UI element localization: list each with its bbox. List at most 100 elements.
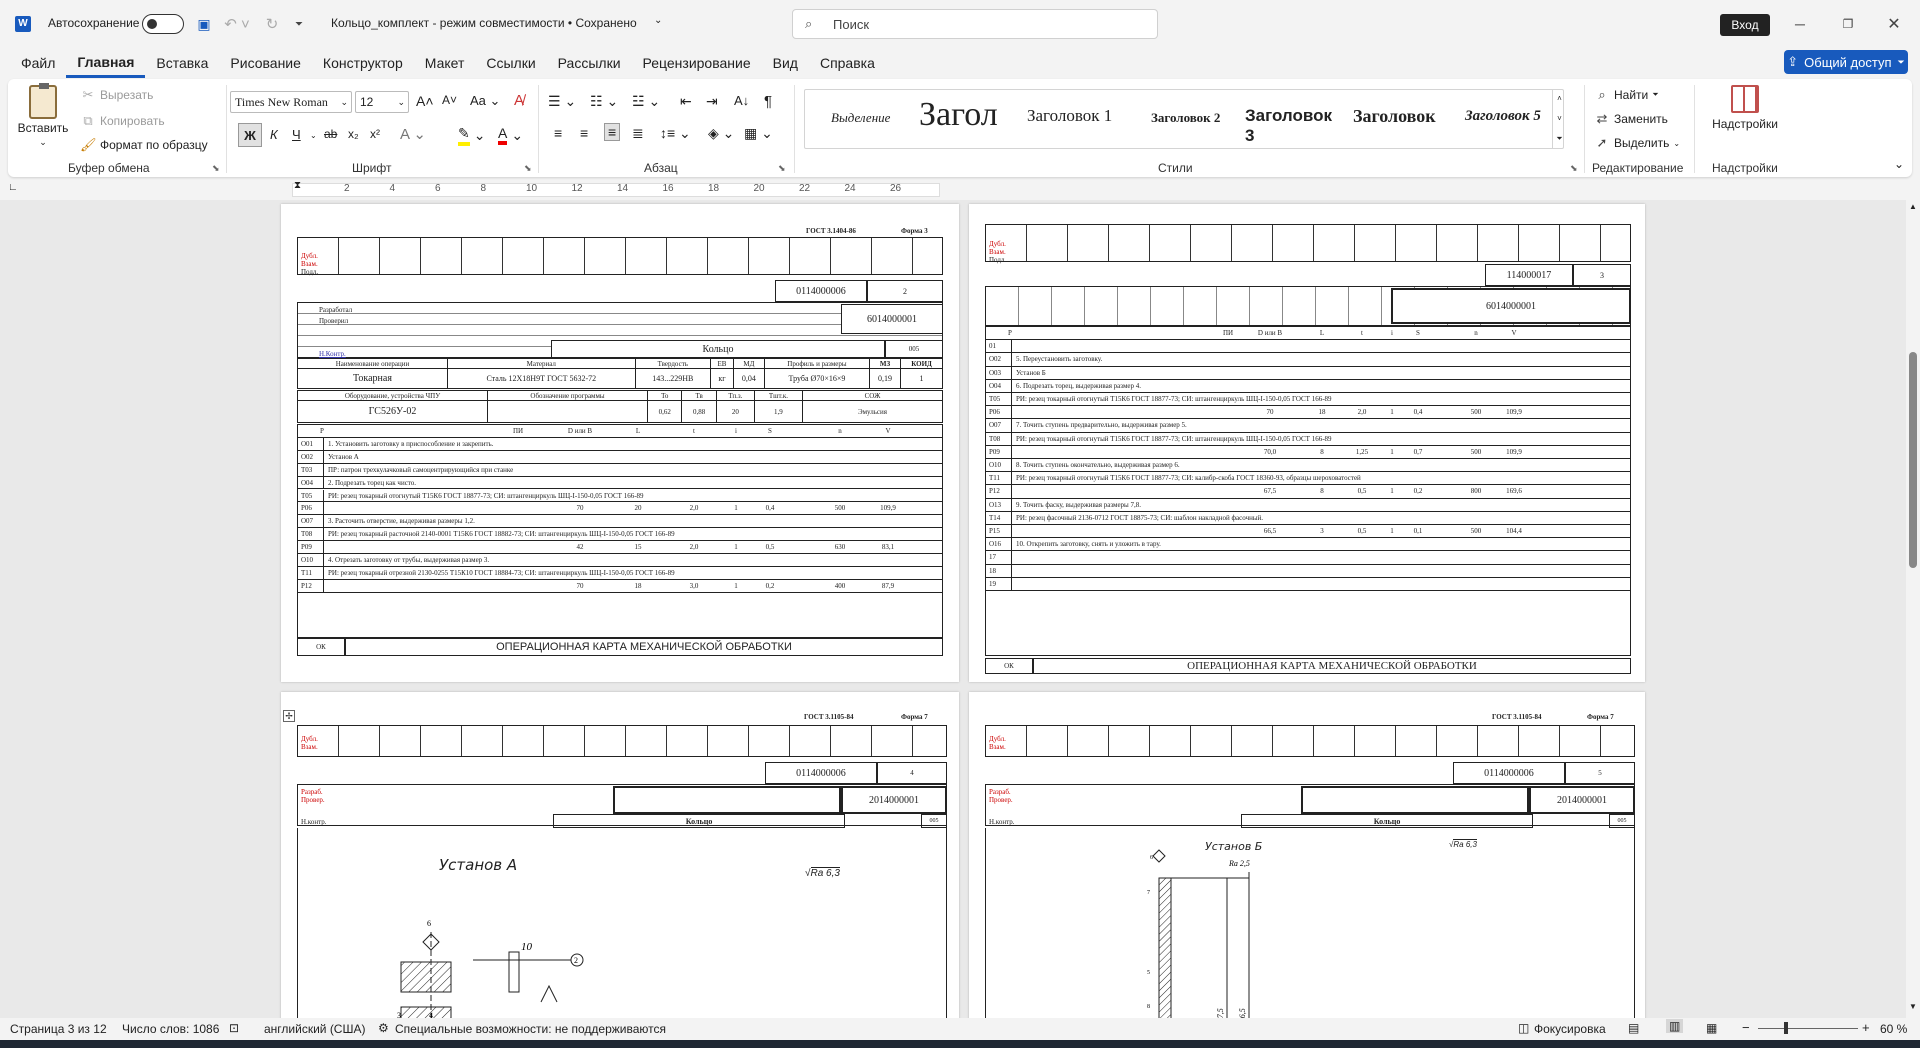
operation-row[interactable]: О07 3. Расточить отверстие, выдерживая ра… <box>298 515 942 529</box>
style-heading-2[interactable]: Заголовок 2 <box>1151 110 1220 126</box>
align-right-icon[interactable]: ≡ <box>604 123 621 141</box>
operation-row[interactable]: Т05 РИ: резец токарный отогнутый Т15К6 ГО… <box>298 489 942 503</box>
operation-row[interactable]: 19 <box>986 577 1630 591</box>
styles-scroll[interactable]: ˄ ˅ ⏷ <box>1552 89 1566 149</box>
operation-row[interactable]: Р09 42 15 2,0 1 0,5 630 83,1 <box>298 541 942 554</box>
signin-button[interactable]: Вход <box>1720 14 1770 36</box>
decrease-indent-icon[interactable]: ⇤ <box>680 93 692 110</box>
superscript-button[interactable]: x² <box>370 127 380 141</box>
style-heading[interactable]: Заголовок <box>1353 106 1436 127</box>
operation-row[interactable]: О01 1. Установить заготовку в приспособле… <box>298 437 942 451</box>
zoom-in-icon[interactable]: + <box>1862 1020 1870 1035</box>
pilcrow-icon[interactable]: ¶ <box>764 93 772 110</box>
focus-mode[interactable]: Фокусировка <box>1534 1022 1606 1036</box>
web-layout-icon[interactable]: ▦ <box>1706 1021 1717 1035</box>
tab-selector-icon[interactable]: ∟ <box>8 182 18 193</box>
tab-references[interactable]: Ссылки <box>475 48 546 78</box>
format-painter-button[interactable]: 🖌 Формат по образцу <box>80 137 208 153</box>
styles-launcher-icon[interactable]: ⬊ <box>1570 163 1578 174</box>
operation-row[interactable]: Р06 70 20 2,0 1 0,4 500 109,9 <box>298 502 942 516</box>
minimize-icon[interactable]: ─ <box>1786 12 1814 36</box>
tab-layout[interactable]: Макет <box>414 48 476 78</box>
operation-row[interactable]: О04 6. Подрезать торец, выдерживая размер… <box>986 379 1630 393</box>
vertical-scrollbar[interactable]: ▲ ▼ <box>1906 200 1920 1018</box>
underline-button[interactable]: Ч <box>292 127 301 142</box>
language[interactable]: английский (США) <box>264 1022 365 1036</box>
sort-icon[interactable]: A↓ <box>734 93 749 108</box>
operation-row[interactable]: Т08 РИ: резец токарный отогнутый Т15К6 ГО… <box>986 432 1630 446</box>
operation-row[interactable]: О02 5. Переустановить заготовку. <box>986 353 1630 367</box>
align-center-icon[interactable]: ≡ <box>580 125 588 141</box>
title-chevron-icon[interactable]: ⌄ <box>654 15 662 26</box>
redo-icon[interactable]: ↻ <box>262 14 282 34</box>
shading-icon[interactable]: ◈ ⌄ <box>708 125 734 142</box>
replace-button[interactable]: ⇄ Заменить <box>1594 111 1668 127</box>
italic-button[interactable]: К <box>270 127 278 142</box>
maximize-icon[interactable]: ❐ <box>1834 12 1862 36</box>
clipboard-launcher-icon[interactable]: ⬊ <box>212 163 220 174</box>
copy-button[interactable]: ⧉ Копировать <box>80 113 164 129</box>
tab-file[interactable]: Файл <box>10 48 66 78</box>
bullets-icon[interactable]: ☰ ⌄ <box>548 93 576 110</box>
read-mode-icon[interactable]: ▤ <box>1628 1021 1639 1035</box>
operation-row[interactable]: Р15 66,5 3 0,5 1 0,1 500 104,4 <box>986 525 1630 539</box>
paste-button[interactable]: Вставить ⌄ <box>18 83 68 155</box>
operation-row[interactable]: О16 10. Открепить заготовку, снять и улож… <box>986 538 1630 552</box>
borders-icon[interactable]: ▦ ⌄ <box>744 125 773 142</box>
strikethrough-button[interactable]: ab <box>324 127 337 141</box>
operation-row[interactable]: Т14 РИ: резец фасочный 2136-0712 ГОСТ 188… <box>986 511 1630 525</box>
search-box[interactable]: ⌕ Поиск <box>792 9 1158 39</box>
print-layout-icon[interactable]: ▥ <box>1666 1019 1684 1033</box>
line-spacing-icon[interactable]: ↕≡ ⌄ <box>660 125 691 142</box>
tab-draw[interactable]: Рисование <box>219 48 312 78</box>
grow-font-icon[interactable]: A˄ <box>416 93 434 109</box>
word-count[interactable]: Число слов: 1086 <box>122 1022 219 1036</box>
tab-mailings[interactable]: Рассылки <box>547 48 632 78</box>
indent-marker-icon[interactable]: ⧗ <box>294 180 301 191</box>
increase-indent-icon[interactable]: ⇥ <box>706 93 718 110</box>
paragraph-launcher-icon[interactable]: ⬊ <box>778 163 786 174</box>
autosave-toggle[interactable] <box>142 14 184 34</box>
operation-row[interactable]: Р12 70 18 3,0 1 0,2 400 87,9 <box>298 579 942 593</box>
style-emphasis[interactable]: Выделение <box>831 110 890 126</box>
operation-row[interactable]: О10 8. Точить ступень окончательно, выдер… <box>986 459 1630 473</box>
justify-icon[interactable]: ≣ <box>632 125 644 142</box>
undo-icon[interactable]: ↶ ˅ <box>222 14 252 34</box>
numbering-icon[interactable]: ☷ ⌄ <box>590 93 618 110</box>
scroll-thumb[interactable] <box>1909 352 1917 568</box>
operation-row[interactable]: Т11 РИ: резец токарный отогнутый Т15К6 ГО… <box>986 472 1630 486</box>
tab-help[interactable]: Справка <box>809 48 886 78</box>
customize-qat-icon[interactable]: ⏷ <box>292 14 306 34</box>
table-move-handle-icon[interactable]: ✢ <box>283 710 295 722</box>
font-color-icon[interactable]: A ⌄ <box>498 125 523 145</box>
document-area[interactable]: ГОСТ 3.1404-86 Форма 3 Дубл. Взам. Подл.… <box>0 200 1906 1018</box>
tab-view[interactable]: Вид <box>762 48 809 78</box>
accessibility-status[interactable]: Специальные возможности: не поддерживают… <box>395 1022 666 1036</box>
operation-row[interactable]: 01 <box>986 340 1630 354</box>
addins-button[interactable]: Надстройки <box>1700 85 1790 155</box>
highlight-icon[interactable]: ✎ ⌄ <box>458 125 485 146</box>
find-button[interactable]: ⌕ Найти ⏷ <box>1594 87 1658 103</box>
operation-row[interactable]: Р06 70 18 2,0 1 0,4 500 109,9 <box>986 406 1630 420</box>
zoom-thumb[interactable] <box>1784 1022 1788 1034</box>
operation-row[interactable]: Р12 67,5 8 0,5 1 0,2 800 169,6 <box>986 485 1630 499</box>
tab-home[interactable]: Главная <box>66 48 146 78</box>
zoom-out-icon[interactable]: − <box>1742 1020 1750 1035</box>
page-count[interactable]: Страница 3 из 12 <box>10 1022 107 1036</box>
document-title[interactable]: Кольцо_комплект - режим совместимости • … <box>331 16 637 30</box>
operation-row[interactable]: Р09 70,0 8 1,25 1 0,7 500 109,9 <box>986 445 1630 459</box>
operation-row[interactable]: Т11 РИ: резец токарный отрезной 2130-0255… <box>298 566 942 580</box>
operation-row[interactable]: О04 2. Подрезать торец как чисто. <box>298 476 942 490</box>
font-size-box[interactable]: 12 ⌄ <box>355 91 409 113</box>
operation-row[interactable]: Т05 РИ: резец токарный отогнутый Т15К6 ГО… <box>986 393 1630 407</box>
bold-button[interactable]: Ж <box>238 123 262 147</box>
cut-button[interactable]: ✂ Вырезать <box>80 87 154 103</box>
tab-design[interactable]: Конструктор <box>312 48 414 78</box>
tab-review[interactable]: Рецензирование <box>632 48 762 78</box>
operation-row[interactable]: 18 <box>986 564 1630 578</box>
subscript-button[interactable]: x₂ <box>348 127 359 141</box>
close-icon[interactable]: ✕ <box>1880 12 1908 36</box>
zoom-level[interactable]: 60 % <box>1880 1022 1907 1036</box>
style-heading-3[interactable]: Заголовок 3 <box>1245 106 1345 146</box>
collapse-ribbon-icon[interactable]: ⌄ <box>1894 157 1904 171</box>
